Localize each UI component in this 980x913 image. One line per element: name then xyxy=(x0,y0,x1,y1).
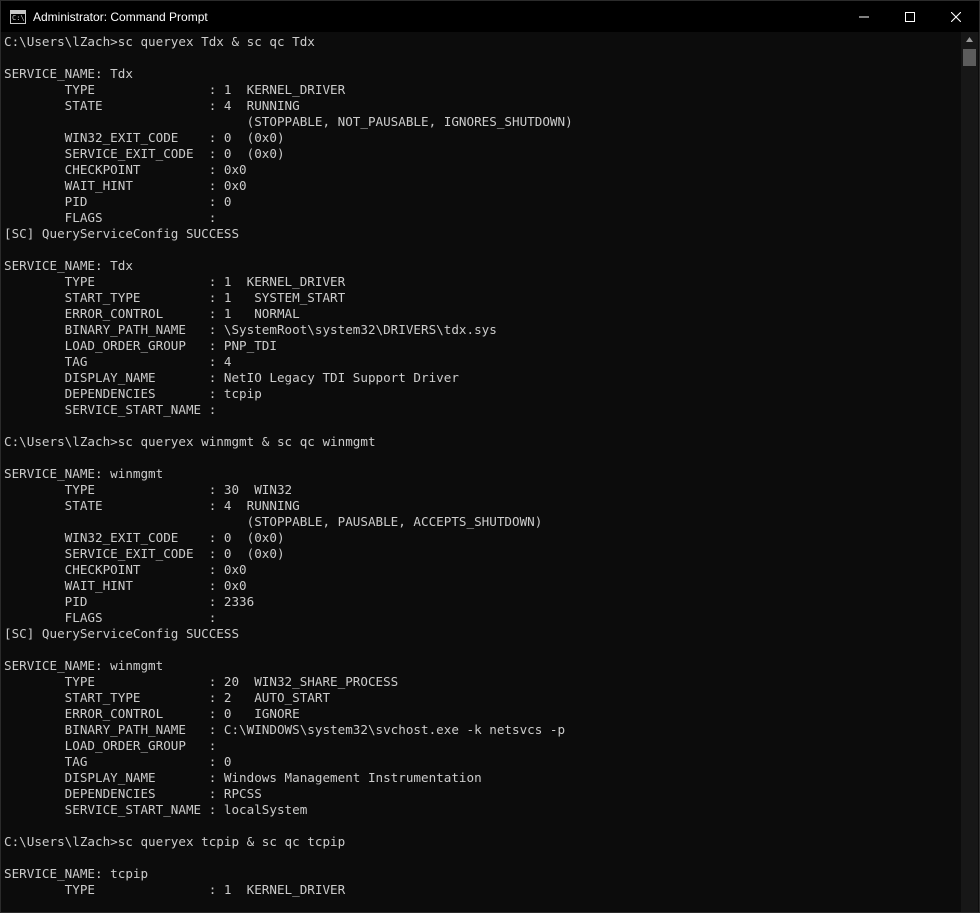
console-line: SERVICE_START_NAME : xyxy=(4,402,217,417)
console-line: (STOPPABLE, NOT_PAUSABLE, IGNORES_SHUTDO… xyxy=(4,114,573,129)
console-line: C:\Users\lZach>sc queryex winmgmt & sc q… xyxy=(4,434,376,449)
console-line: PID : 2336 xyxy=(4,594,255,609)
console-line: TYPE : 30 WIN32 xyxy=(4,482,293,497)
console-line: SERVICE_NAME: Tdx xyxy=(4,258,133,273)
console-line: SERVICE_START_NAME : localSystem xyxy=(4,802,308,817)
console-line: [SC] QueryServiceConfig SUCCESS xyxy=(4,226,240,241)
console-line: DISPLAY_NAME : Windows Management Instru… xyxy=(4,770,482,785)
console-line: SERVICE_EXIT_CODE : 0 (0x0) xyxy=(4,146,285,161)
scroll-up-button[interactable] xyxy=(961,32,978,47)
console-line: WIN32_EXIT_CODE : 0 (0x0) xyxy=(4,530,285,545)
cmd-icon-label: C:\ xyxy=(12,13,25,22)
command-prompt-window: C:\ Administrator: Command Prompt C:\Use… xyxy=(0,0,980,913)
console-line: DEPENDENCIES : RPCSS xyxy=(4,786,262,801)
minimize-button[interactable] xyxy=(841,1,887,32)
console-line: WIN32_EXIT_CODE : 0 (0x0) xyxy=(4,130,285,145)
console-line: TAG : 4 xyxy=(4,354,232,369)
console-line: CHECKPOINT : 0x0 xyxy=(4,162,247,177)
maximize-icon xyxy=(905,11,915,22)
console-line: STATE : 4 RUNNING xyxy=(4,498,300,513)
window-title: Administrator: Command Prompt xyxy=(33,9,208,24)
console-line: (STOPPABLE, PAUSABLE, ACCEPTS_SHUTDOWN) xyxy=(4,514,543,529)
console-line: LOAD_ORDER_GROUP : xyxy=(4,738,217,753)
console-line: ERROR_CONTROL : 0 IGNORE xyxy=(4,706,300,721)
console-line: WAIT_HINT : 0x0 xyxy=(4,578,247,593)
console-line: FLAGS : xyxy=(4,210,217,225)
minimize-icon xyxy=(859,16,869,17)
window-controls xyxy=(841,1,979,32)
scroll-up-arrow-icon xyxy=(966,37,973,42)
console-line: SERVICE_NAME: Tdx xyxy=(4,66,133,81)
title-bar[interactable]: C:\ Administrator: Command Prompt xyxy=(1,1,979,32)
console-line: SERVICE_NAME: tcpip xyxy=(4,866,149,881)
close-icon xyxy=(951,11,961,22)
console-line: BINARY_PATH_NAME : \SystemRoot\system32\… xyxy=(4,322,497,337)
console-line: START_TYPE : 1 SYSTEM_START xyxy=(4,290,346,305)
console-line: BINARY_PATH_NAME : C:\WINDOWS\system32\s… xyxy=(4,722,566,737)
console-line: CHECKPOINT : 0x0 xyxy=(4,562,247,577)
console-line: LOAD_ORDER_GROUP : PNP_TDI xyxy=(4,338,277,353)
console-line: WAIT_HINT : 0x0 xyxy=(4,178,247,193)
console-line: ERROR_CONTROL : 1 NORMAL xyxy=(4,306,300,321)
console-text: C:\Users\lZach>sc queryex Tdx & sc qc Td… xyxy=(4,34,960,898)
console-line: C:\Users\lZach>sc queryex tcpip & sc qc … xyxy=(4,834,346,849)
console-line: START_TYPE : 2 AUTO_START xyxy=(4,690,331,705)
console-line: TYPE : 1 KERNEL_DRIVER xyxy=(4,82,346,97)
console-line: STATE : 4 RUNNING xyxy=(4,98,300,113)
vertical-scrollbar[interactable] xyxy=(961,32,978,912)
console-line: [SC] QueryServiceConfig SUCCESS xyxy=(4,626,240,641)
cmd-icon[interactable]: C:\ xyxy=(10,9,26,24)
console-line: SERVICE_NAME: winmgmt xyxy=(4,658,164,673)
scroll-thumb[interactable] xyxy=(963,49,976,66)
console-line: DISPLAY_NAME : NetIO Legacy TDI Support … xyxy=(4,370,459,385)
console-line: SERVICE_EXIT_CODE : 0 (0x0) xyxy=(4,546,285,561)
maximize-button[interactable] xyxy=(887,1,933,32)
console-line: TYPE : 20 WIN32_SHARE_PROCESS xyxy=(4,674,399,689)
console-output[interactable]: C:\Users\lZach>sc queryex Tdx & sc qc Td… xyxy=(4,34,960,910)
console-line: FLAGS : xyxy=(4,610,217,625)
close-button[interactable] xyxy=(933,1,979,32)
console-line: DEPENDENCIES : tcpip xyxy=(4,386,262,401)
console-line: PID : 0 xyxy=(4,194,232,209)
console-line: TYPE : 1 KERNEL_DRIVER xyxy=(4,274,346,289)
console-line: SERVICE_NAME: winmgmt xyxy=(4,466,164,481)
console-line: C:\Users\lZach>sc queryex Tdx & sc qc Td… xyxy=(4,34,315,49)
console-line: TAG : 0 xyxy=(4,754,232,769)
console-line: TYPE : 1 KERNEL_DRIVER xyxy=(4,882,346,897)
